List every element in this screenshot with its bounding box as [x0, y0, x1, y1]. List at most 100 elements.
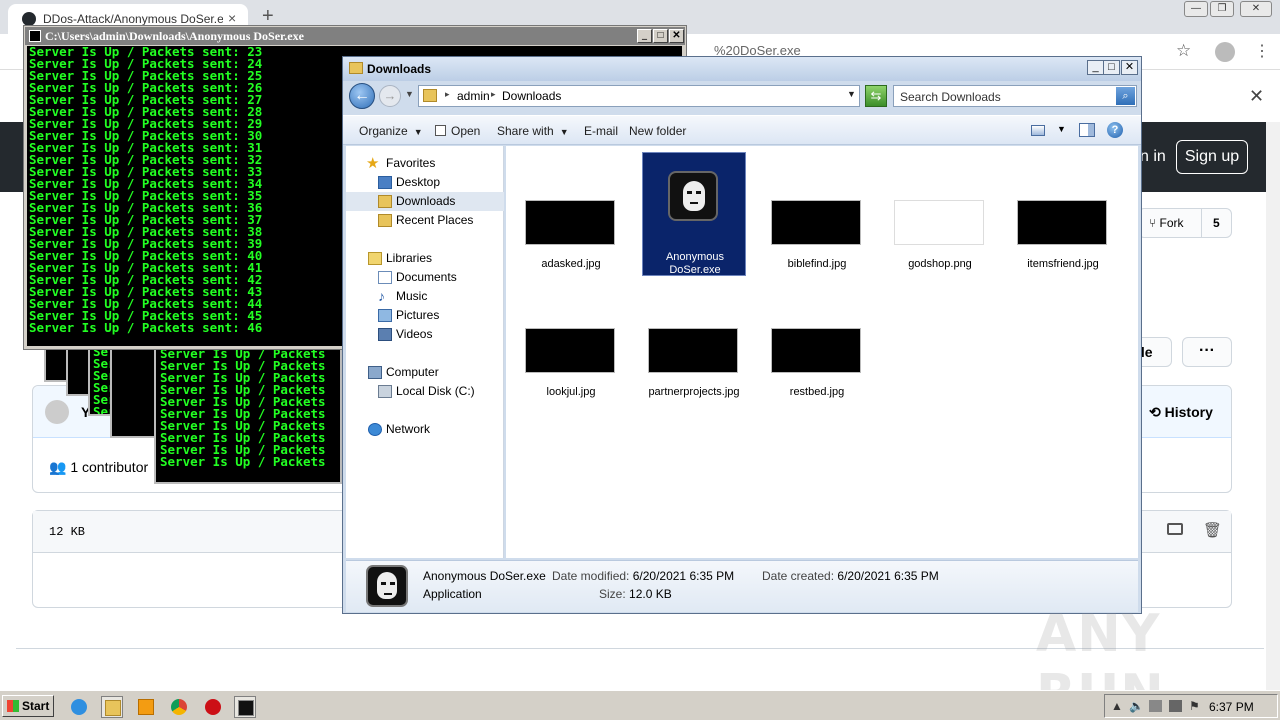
taskbar-explorer-icon[interactable]	[101, 696, 123, 718]
file-item-godshop[interactable]: godshop.png	[888, 154, 992, 278]
windows-logo-icon	[7, 700, 19, 712]
explorer-minimize-button[interactable]: _	[1087, 60, 1104, 75]
back-button[interactable]: ←	[349, 83, 375, 109]
computer-icon	[368, 366, 382, 379]
folder-icon	[349, 62, 363, 74]
chevron-down-icon[interactable]: ▼	[847, 89, 856, 99]
search-icon[interactable]: ⌕	[1116, 87, 1135, 105]
volume-icon[interactable]: 🔈	[1129, 700, 1144, 712]
open-button[interactable]: Open	[435, 124, 480, 138]
file-item-itemsfriend[interactable]: itemsfriend.jpg	[1011, 154, 1115, 278]
star-icon: ★	[366, 155, 380, 172]
explorer-window[interactable]: Downloads _ □ ✕ ← → ▼ ▸ admin ▸ Download…	[342, 56, 1142, 614]
nav-music[interactable]: ♪ Music	[346, 287, 504, 306]
browser-tab-title: DDos-Attack/Anonymous DoSer.exe	[43, 12, 223, 26]
explorer-close-button[interactable]: ✕	[1121, 60, 1138, 75]
flag-icon[interactable]: ⚑	[1189, 700, 1202, 712]
chevron-down-icon[interactable]: ▼	[1057, 124, 1066, 134]
taskbar-opera-icon[interactable]	[202, 696, 224, 718]
file-item-restbed[interactable]: restbed.jpg	[765, 282, 869, 406]
battery-icon[interactable]	[1169, 700, 1182, 712]
history-link[interactable]: ⟲ History	[1149, 404, 1213, 421]
fork-count[interactable]: 5	[1213, 216, 1220, 230]
start-button[interactable]: Start	[2, 695, 54, 717]
nav-documents[interactable]: Documents	[346, 268, 504, 287]
console-minimize-button[interactable]: _	[637, 29, 652, 43]
nav-label: Documents	[396, 270, 457, 284]
help-icon[interactable]: ?	[1107, 122, 1123, 138]
preview-pane-icon[interactable]	[1079, 123, 1095, 137]
file-name: adasked.jpg	[541, 258, 601, 270]
refresh-button[interactable]: ⇆	[865, 85, 887, 107]
anonymous-mask-icon	[238, 700, 254, 716]
bookmark-star-icon[interactable]: ☆	[1176, 41, 1191, 61]
sign-in-link[interactable]: n in	[1140, 148, 1166, 166]
file-name-line1: Anonymous	[665, 251, 725, 263]
file-item-partnerprojects[interactable]: partnerprojects.jpg	[642, 282, 746, 406]
file-item-lookjul[interactable]: lookjul.jpg	[519, 282, 623, 406]
tray-expand-icon[interactable]: ▲	[1111, 700, 1124, 712]
nav-desktop[interactable]: Desktop	[346, 173, 504, 192]
nav-recent-places[interactable]: Recent Places	[346, 211, 504, 230]
clock[interactable]: 6:37 PM	[1209, 700, 1254, 714]
chevron-right-icon[interactable]: ▸	[445, 89, 450, 100]
taskbar-chrome-icon[interactable]	[168, 696, 190, 718]
browser-menu-icon[interactable]: ⋮	[1254, 41, 1270, 61]
nav-downloads[interactable]: Downloads	[346, 192, 504, 211]
nav-videos[interactable]: Videos	[346, 325, 504, 344]
network-tray-icon[interactable]	[1149, 700, 1162, 712]
breadcrumb-downloads[interactable]: Downloads	[502, 89, 561, 103]
explorer-title-bar[interactable]: Downloads _ □ ✕	[343, 57, 1141, 81]
profile-avatar-icon[interactable]	[1215, 42, 1235, 62]
breadcrumb-admin[interactable]: admin	[457, 89, 490, 103]
history-dropdown-icon[interactable]: ▼	[405, 89, 414, 99]
views-icon[interactable]	[1031, 125, 1045, 136]
banner-close-icon[interactable]: ✕	[1249, 86, 1264, 107]
fork-button[interactable]: ⑂ Fork 5	[1138, 208, 1232, 238]
chevron-right-icon[interactable]: ▸	[491, 89, 496, 100]
sign-up-button[interactable]: Sign up	[1176, 140, 1248, 174]
address-bar[interactable]: ▸ admin ▸ Downloads ▼	[418, 85, 860, 107]
image-thumbnail	[771, 200, 861, 245]
close-tab-icon[interactable]: ×	[228, 10, 236, 26]
browser-close-button[interactable]: ✕	[1240, 1, 1272, 17]
contributors-link[interactable]: 👥 1 contributor	[49, 459, 148, 476]
new-folder-button[interactable]: New folder	[629, 124, 686, 138]
nav-favorites[interactable]: ★ Favorites	[346, 154, 504, 173]
taskbar-console-icon[interactable]	[234, 696, 256, 718]
nav-local-disk[interactable]: Local Disk (C:)	[346, 382, 504, 401]
forward-button[interactable]: →	[379, 85, 401, 107]
console-window-back-5[interactable]: Server Is Up / Packets Server Is Up / Pa…	[154, 344, 342, 484]
nav-libraries[interactable]: Libraries	[346, 249, 504, 268]
console-title-bar[interactable]: C:\Users\admin\Downloads\Anonymous DoSer…	[25, 27, 685, 45]
taskbar-media-player-icon[interactable]	[135, 696, 157, 718]
taskbar-ie-icon[interactable]	[68, 696, 90, 718]
file-name: godshop.png	[908, 258, 972, 270]
nav-pictures[interactable]: Pictures	[346, 306, 504, 325]
share-with-menu[interactable]: Share with ▼	[497, 124, 569, 138]
browser-minimize-button[interactable]: —	[1184, 1, 1208, 17]
trash-icon[interactable]: 🗑	[1203, 521, 1222, 539]
search-input[interactable]: Search Downloads ⌕	[893, 85, 1137, 107]
desktop-icon	[378, 176, 392, 189]
file-item-anonymous-doser[interactable]: Anonymous DoSer.exe	[642, 152, 746, 276]
console-maximize-button[interactable]: □	[653, 29, 668, 43]
console-window-back-4[interactable]	[110, 344, 160, 438]
nav-network[interactable]: Network	[346, 420, 504, 439]
file-item-biblefind[interactable]: biblefind.jpg	[765, 154, 869, 278]
nav-computer[interactable]: Computer	[346, 363, 504, 382]
explorer-address-row: ← → ▼ ▸ admin ▸ Downloads ▼ ⇆ Search Dow…	[343, 81, 1141, 115]
desktop-icon[interactable]	[1167, 523, 1183, 535]
organize-menu[interactable]: Organize ▼	[359, 124, 423, 138]
console-close-button[interactable]: ✕	[669, 29, 684, 43]
file-item-adasked[interactable]: adasked.jpg	[519, 154, 623, 278]
fork-divider	[1201, 209, 1202, 237]
more-options-button[interactable]: ···	[1182, 337, 1232, 367]
email-button[interactable]: E-mail	[584, 124, 618, 138]
browser-restore-button[interactable]: ❐	[1210, 1, 1234, 17]
image-thumbnail	[1017, 200, 1107, 245]
nav-label: Computer	[386, 365, 439, 379]
avatar[interactable]	[45, 400, 69, 424]
explorer-maximize-button[interactable]: □	[1103, 60, 1120, 75]
explorer-title: Downloads	[367, 62, 432, 76]
